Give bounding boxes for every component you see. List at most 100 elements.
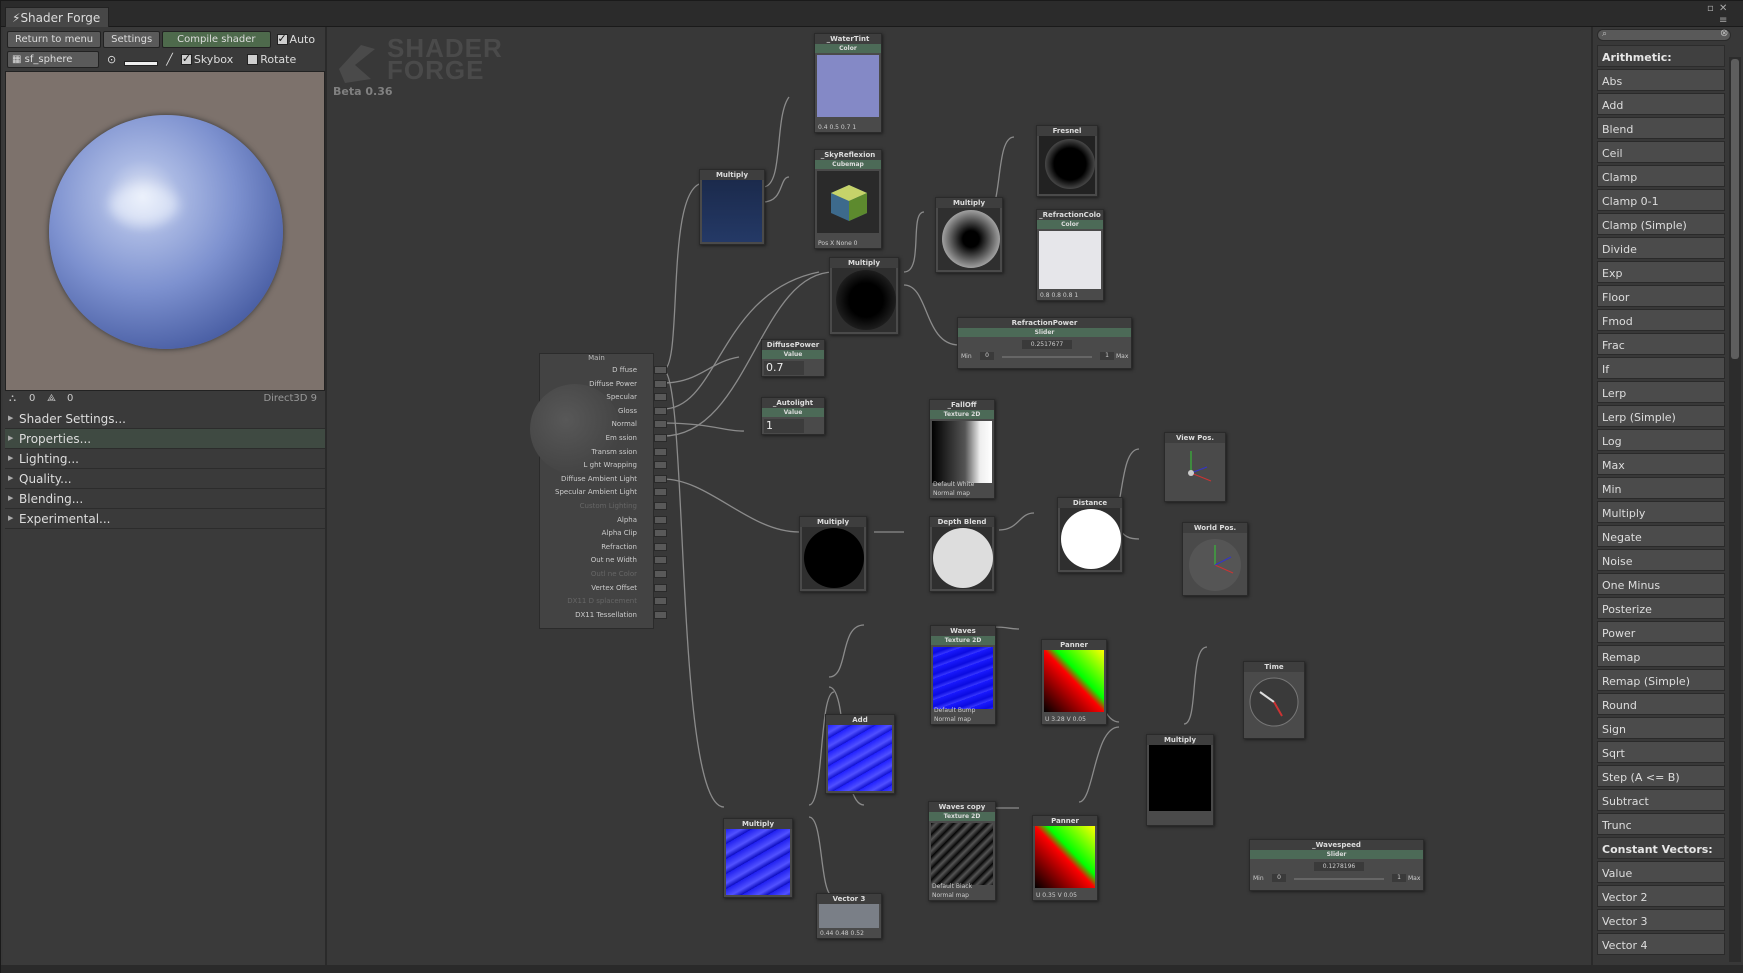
node-list-item[interactable]: Subtract: [1597, 789, 1725, 811]
texture-preview[interactable]: [932, 421, 992, 483]
node-list-item[interactable]: Trunc: [1597, 813, 1725, 835]
node-list-item[interactable]: Round: [1597, 693, 1725, 715]
slider-min-field[interactable]: 0: [980, 352, 994, 360]
node-list-item[interactable]: Frac: [1597, 333, 1725, 355]
settings-button[interactable]: Settings: [103, 30, 161, 48]
lighting-section[interactable]: Lighting...: [5, 449, 325, 469]
node-list-item[interactable]: Max: [1597, 453, 1725, 475]
node-list-item[interactable]: Remap: [1597, 645, 1725, 667]
node-list-item[interactable]: Ceil: [1597, 141, 1725, 163]
window-tab[interactable]: ⚡Shader Forge: [5, 7, 110, 27]
main-input-port[interactable]: [654, 502, 667, 510]
main-input-port[interactable]: [654, 461, 667, 470]
normal-map-toggle[interactable]: Normal map: [933, 490, 970, 497]
node-list-item[interactable]: If: [1597, 357, 1725, 379]
node-list-item[interactable]: Vector 2: [1597, 885, 1725, 907]
mesh-selector[interactable]: ▦ sf_sphere: [7, 50, 99, 68]
color-preview[interactable]: [817, 55, 879, 117]
node-watertint[interactable]: _WaterTint Color 0.4 0.5 0.7 1: [814, 33, 882, 133]
node-add[interactable]: Add: [825, 714, 895, 794]
main-input-port[interactable]: [654, 556, 667, 565]
node-list-item[interactable]: Sign: [1597, 717, 1725, 739]
clear-search-icon[interactable]: ⊗: [1720, 28, 1728, 39]
slider-value-field[interactable]: 0.2517677: [1022, 340, 1072, 349]
preview-sphere[interactable]: [49, 115, 283, 349]
main-input-port[interactable]: [654, 488, 667, 497]
node-multiply-3[interactable]: Multiply: [829, 257, 899, 335]
node-time[interactable]: Time: [1243, 661, 1305, 739]
node-vector3[interactable]: Vector 3 0.44 0.48 0.52: [816, 893, 882, 939]
shader-settings-section[interactable]: Shader Settings...: [5, 409, 325, 429]
node-search-input[interactable]: ⌕ ⊗: [1597, 28, 1731, 41]
node-viewpos[interactable]: View Pos.: [1164, 432, 1226, 502]
node-list-item[interactable]: Add: [1597, 93, 1725, 115]
return-to-menu-button[interactable]: Return to menu: [7, 30, 102, 48]
node-list-item[interactable]: Min: [1597, 477, 1725, 499]
auto-compile-checkbox[interactable]: [276, 32, 288, 45]
slider-min-field[interactable]: 0: [1272, 874, 1286, 882]
node-list-item[interactable]: Exp: [1597, 261, 1725, 283]
main-input-port[interactable]: [654, 529, 667, 538]
node-list-item[interactable]: One Minus: [1597, 573, 1725, 595]
normal-map-toggle[interactable]: Normal map: [934, 716, 971, 723]
main-input-port[interactable]: [654, 366, 667, 374]
node-list-item[interactable]: Lerp: [1597, 381, 1725, 403]
node-list-item[interactable]: Clamp 0-1: [1597, 189, 1725, 211]
node-multiply-5[interactable]: Multiply: [723, 818, 793, 898]
value-field[interactable]: 1: [764, 419, 804, 433]
slider-track[interactable]: [1002, 356, 1092, 358]
node-falloff[interactable]: _FallOff Texture 2D Default White Normal…: [929, 399, 995, 499]
normal-map-toggle[interactable]: Normal map: [932, 892, 969, 899]
node-fresnel[interactable]: Fresnel: [1036, 125, 1098, 197]
node-depthblend[interactable]: Depth Blend: [929, 516, 995, 592]
scrollbar-thumb[interactable]: [1731, 59, 1739, 359]
experimental-section[interactable]: Experimental...: [5, 509, 325, 529]
node-list-item[interactable]: Divide: [1597, 237, 1725, 259]
main-input-port[interactable]: [654, 406, 667, 415]
node-list-item[interactable]: Fmod: [1597, 309, 1725, 331]
close-icon[interactable]: ✕: [1719, 3, 1727, 14]
node-list-item[interactable]: Vector 4: [1597, 933, 1725, 955]
main-input-port[interactable]: [654, 393, 667, 402]
node-list-item[interactable]: Vector 3: [1597, 909, 1725, 931]
node-list-item[interactable]: Remap (Simple): [1597, 669, 1725, 691]
main-input-port[interactable]: [654, 434, 667, 442]
main-input-port[interactable]: [654, 610, 667, 619]
main-input-port[interactable]: [654, 420, 667, 429]
node-multiply-1[interactable]: Multiply: [699, 169, 765, 245]
node-list-item[interactable]: Log: [1597, 429, 1725, 451]
node-list-item[interactable]: Power: [1597, 621, 1725, 643]
slider-max-field[interactable]: 1: [1392, 874, 1406, 882]
node-distance[interactable]: Distance: [1057, 497, 1123, 573]
mesh-picker-icon[interactable]: ⊙: [107, 53, 116, 66]
blending-section[interactable]: Blending...: [5, 489, 325, 509]
node-list-item[interactable]: Clamp (Simple): [1597, 213, 1725, 235]
main-input-port[interactable]: [654, 583, 667, 592]
node-skyreflexion[interactable]: _SkyReflexion Cubemap Pos X None 0: [814, 149, 882, 249]
node-multiply-4[interactable]: Multiply: [799, 516, 867, 592]
node-list-item[interactable]: Step (A <= B): [1597, 765, 1725, 787]
node-wavescopy[interactable]: Waves copy Texture 2D Default Black Norm…: [928, 801, 996, 901]
background-color-swatch[interactable]: [124, 60, 159, 66]
node-list-item[interactable]: Posterize: [1597, 597, 1725, 619]
node-list-item[interactable]: Noise: [1597, 549, 1725, 571]
node-diffusepower[interactable]: DiffusePower Value 0.7: [761, 339, 825, 377]
node-list-item[interactable]: Lerp (Simple): [1597, 405, 1725, 427]
slider-max-field[interactable]: 1: [1100, 352, 1114, 360]
main-input-port[interactable]: [654, 474, 667, 483]
node-multiply-6[interactable]: Multiply: [1146, 734, 1214, 826]
node-panner-1[interactable]: Panner U 3.28 V 0.05: [1041, 639, 1107, 725]
skybox-checkbox[interactable]: [180, 52, 192, 65]
texture-preview[interactable]: [931, 823, 993, 885]
rotate-checkbox[interactable]: [247, 53, 259, 65]
node-panner-2[interactable]: Panner U 0.35 V 0.05: [1032, 815, 1098, 901]
slider-track[interactable]: [1294, 878, 1384, 880]
quality-section[interactable]: Quality...: [5, 469, 325, 489]
main-input-port[interactable]: [654, 515, 667, 524]
node-list-scrollbar[interactable]: [1729, 57, 1741, 962]
main-input-port[interactable]: [654, 597, 667, 606]
value-field[interactable]: 0.7: [764, 361, 804, 375]
color-preview[interactable]: [1039, 231, 1101, 289]
main-input-port[interactable]: [654, 447, 667, 456]
main-input-port[interactable]: [654, 570, 667, 578]
